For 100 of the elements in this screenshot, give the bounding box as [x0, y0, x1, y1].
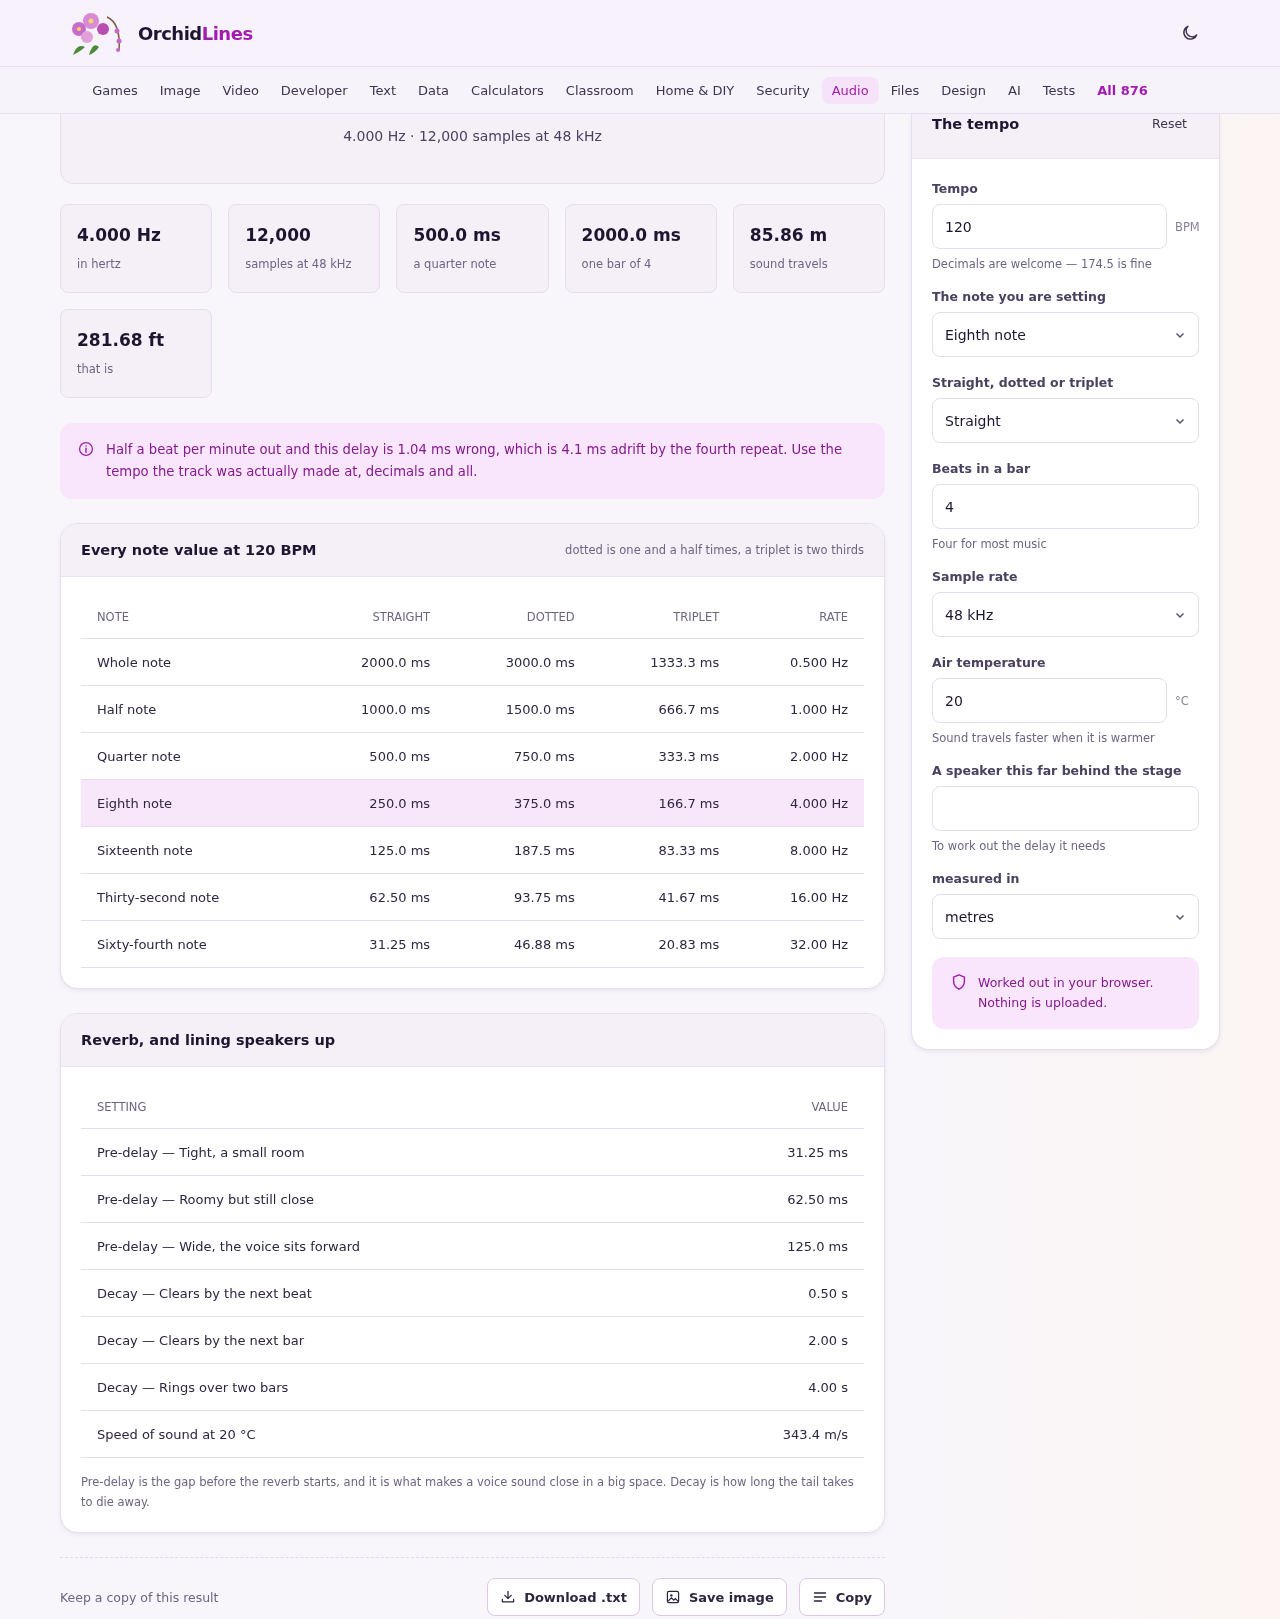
- download-button[interactable]: Download .txt: [487, 1578, 640, 1616]
- table-cell: 1333.3 ms: [650, 654, 720, 670]
- column-header: TRIPLET: [673, 609, 720, 624]
- nav-tab[interactable]: AI: [998, 76, 1031, 104]
- table-cell: Decay — Clears by the next beat: [97, 1285, 312, 1301]
- nav-tab[interactable]: Text: [359, 76, 406, 104]
- image-button[interactable]: Save image: [651, 1578, 787, 1616]
- shield-icon: [950, 973, 968, 991]
- field-label: The note you are setting: [932, 289, 1107, 304]
- table-cell: 2000.0 ms: [361, 654, 431, 670]
- nav-tab[interactable]: Data: [408, 76, 460, 104]
- table-cell: Pre-delay — Tight, a small room: [97, 1144, 305, 1160]
- table-cell: 31.25 ms: [369, 936, 431, 952]
- table-cell: 0.500 Hz: [790, 654, 848, 670]
- nav-tab[interactable]: Design: [931, 76, 997, 104]
- field-hint: Sound travels faster when it is warmer: [932, 731, 1156, 745]
- card-subtitle: dotted is one and a half times, a triplet is two thirds: [565, 543, 864, 557]
- nav-tab[interactable]: Files: [880, 76, 930, 104]
- table-cell: 4.00 s: [808, 1379, 848, 1395]
- table-cell: 0.50 s: [808, 1285, 848, 1301]
- input-field[interactable]: 20: [932, 678, 1167, 723]
- nav-tab[interactable]: Classroom: [555, 76, 644, 104]
- card-title: Reverb, and lining speakers up: [81, 1032, 336, 1048]
- table-cell: 343.4 m/s: [782, 1426, 848, 1442]
- table-cell: 187.5 ms: [513, 842, 575, 858]
- reset-button[interactable]: Reset: [1152, 114, 1187, 133]
- field-hint: Four for most music: [932, 537, 1048, 551]
- table-cell: 93.75 ms: [513, 889, 575, 905]
- select-field[interactable]: 48 kHz: [932, 592, 1199, 637]
- stat-value: 4.000 Hz: [77, 225, 162, 245]
- stat-value: 85.86 m: [749, 225, 829, 245]
- column-header: RATE: [819, 609, 848, 624]
- field-label: measured in: [932, 871, 1021, 886]
- info-icon: [78, 441, 94, 457]
- lines-icon: [811, 1589, 828, 1605]
- nav-tab[interactable]: Video: [212, 76, 269, 104]
- select-field[interactable]: Straight: [932, 398, 1199, 443]
- table-cell: Speed of sound at 20 °C: [97, 1426, 256, 1442]
- select-field[interactable]: metres: [932, 894, 1199, 939]
- stat-label: samples at 48 kHz: [245, 257, 353, 271]
- unit-label: °C: [1175, 693, 1190, 708]
- table-cell: 500.0 ms: [369, 748, 431, 764]
- input-field[interactable]: 4: [932, 484, 1199, 529]
- table-cell: Decay — Clears by the next bar: [97, 1332, 305, 1348]
- brand-name[interactable]: OrchidLines: [138, 22, 253, 44]
- summary-text: 4.000 Hz · 12,000 samples at 48 kHz: [343, 128, 602, 146]
- image-icon: [664, 1589, 681, 1605]
- table-cell: 1.000 Hz: [790, 701, 848, 717]
- nav-tab[interactable]: Audio: [821, 76, 879, 104]
- table-cell: 333.3 ms: [658, 748, 720, 764]
- input-field[interactable]: [932, 786, 1199, 831]
- field-label: Sample rate: [932, 569, 1019, 584]
- table-cell: Decay — Rings over two bars: [97, 1379, 289, 1395]
- table-cell: Quarter note: [97, 748, 181, 764]
- table-cell: Pre-delay — Wide, the voice sits forward: [97, 1238, 361, 1254]
- table-cell: 1000.0 ms: [361, 701, 431, 717]
- nav-tab[interactable]: All 876: [1087, 76, 1158, 104]
- table-cell: Pre-delay — Roomy but still close: [97, 1191, 315, 1207]
- table-cell: 125.0 ms: [369, 842, 431, 858]
- stat-value: 12,000: [245, 225, 312, 245]
- nav-tab[interactable]: Developer: [270, 76, 358, 104]
- table-cell: 32.00 Hz: [790, 936, 848, 952]
- table-cell: 62.50 ms: [787, 1191, 848, 1207]
- table-cell: 20.83 ms: [658, 936, 720, 952]
- table-cell: Eighth note: [97, 795, 173, 811]
- stat-label: sound travels: [749, 257, 829, 271]
- copy-button[interactable]: Copy: [798, 1578, 885, 1616]
- column-header: NOTE: [97, 609, 129, 624]
- nav-tab[interactable]: Security: [746, 76, 820, 104]
- table-cell: 1500.0 ms: [505, 701, 575, 717]
- column-header: DOTTED: [526, 609, 575, 624]
- warning-text: Half a beat per minute out and this delay is 1.04 ms wrong, which is 4.1 ms adrift by the fourth repeat. Use the tempo the track was actually made at, decimals and all.: [106, 441, 844, 481]
- nav-tab[interactable]: Home & DIY: [645, 76, 745, 104]
- moon-icon: [1180, 23, 1200, 43]
- field-label: Tempo: [932, 181, 979, 196]
- nav-tab[interactable]: Games: [82, 76, 148, 104]
- field-hint: Decimals are welcome — 174.5 is fine: [932, 257, 1153, 271]
- stat-label: in hertz: [77, 257, 122, 271]
- table-cell: Sixteenth note: [97, 842, 193, 858]
- nav-tab[interactable]: Calculators: [461, 76, 554, 104]
- input-field[interactable]: 120: [932, 204, 1167, 249]
- table-cell: 41.67 ms: [658, 889, 720, 905]
- privacy-text: Worked out in your browser. Nothing is uploaded.: [978, 974, 1155, 1012]
- nav-tab[interactable]: Image: [149, 76, 211, 104]
- table-cell: 250.0 ms: [369, 795, 431, 811]
- stat-label: one bar of 4: [581, 257, 653, 271]
- table-cell: 750.0 ms: [513, 748, 575, 764]
- stat-value: 2000.0 ms: [581, 225, 682, 245]
- table-cell: 31.25 ms: [787, 1144, 848, 1160]
- select-field[interactable]: Eighth note: [932, 312, 1199, 357]
- field-label: Beats in a bar: [932, 461, 1032, 476]
- field-label: Straight, dotted or triplet: [932, 375, 1115, 390]
- nav-tab[interactable]: Tests: [1032, 76, 1086, 104]
- stat-label: that is: [77, 362, 115, 376]
- unit-label: BPM: [1175, 219, 1199, 234]
- panel-title: The tempo: [932, 116, 1020, 132]
- footer-label: Keep a copy of this result: [60, 1589, 219, 1605]
- table-cell: 2.00 s: [808, 1332, 848, 1348]
- table-cell: 46.88 ms: [513, 936, 575, 952]
- table-cell: 666.7 ms: [658, 701, 720, 717]
